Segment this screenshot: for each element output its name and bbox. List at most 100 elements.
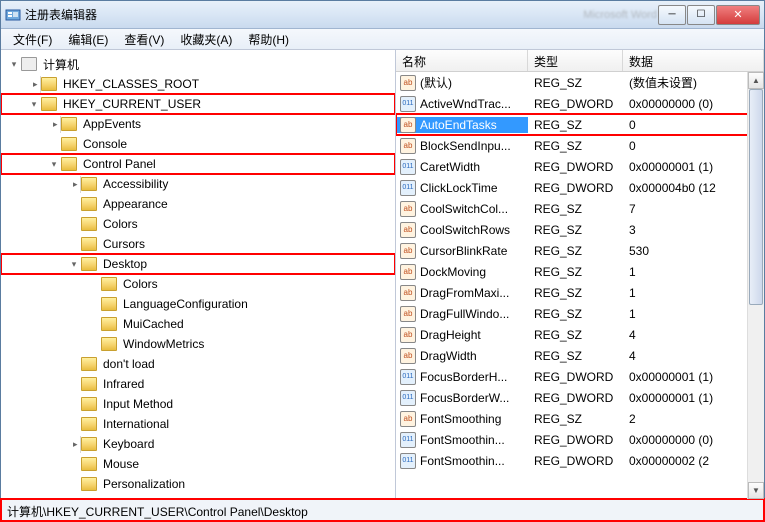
list-body[interactable]: (默认)REG_SZ(数值未设置)ActiveWndTrac...REG_DWO…: [396, 72, 764, 499]
value-row[interactable]: DragFullWindo...REG_SZ1: [396, 303, 764, 324]
folder-icon: [61, 137, 77, 151]
value-row[interactable]: CaretWidthREG_DWORD0x00000001 (1): [396, 156, 764, 177]
folder-icon: [81, 357, 97, 371]
expand-arrow-icon[interactable]: [27, 76, 41, 93]
tree-node[interactable]: Cursors: [1, 234, 395, 254]
tree-node[interactable]: Desktop: [1, 254, 395, 274]
close-button[interactable]: [716, 5, 760, 25]
dword-value-icon: [400, 96, 416, 112]
string-value-icon: [400, 201, 416, 217]
value-row[interactable]: DockMovingREG_SZ1: [396, 261, 764, 282]
tree-node[interactable]: Keyboard: [1, 434, 395, 454]
value-name-cell: CaretWidth: [396, 159, 528, 175]
scroll-up-button[interactable]: ▲: [748, 72, 764, 89]
folder-icon: [81, 197, 97, 211]
tree-node-label: MuiCached: [120, 316, 187, 332]
tree-pane[interactable]: 计算机HKEY_CLASSES_ROOTHKEY_CURRENT_USERApp…: [1, 50, 396, 499]
value-type-cell: REG_SZ: [528, 223, 623, 237]
menu-item[interactable]: 文件(F): [5, 29, 60, 50]
value-row[interactable]: FocusBorderH...REG_DWORD0x00000001 (1): [396, 366, 764, 387]
col-data[interactable]: 数据: [623, 50, 764, 71]
value-row[interactable]: ActiveWndTrac...REG_DWORD0x00000000 (0): [396, 93, 764, 114]
col-name[interactable]: 名称: [396, 50, 528, 71]
scroll-track[interactable]: [748, 89, 764, 482]
tree-node[interactable]: LanguageConfiguration: [1, 294, 395, 314]
value-row[interactable]: ClickLockTimeREG_DWORD0x000004b0 (12: [396, 177, 764, 198]
expand-arrow-icon[interactable]: [27, 99, 41, 110]
tree-node[interactable]: Input Method: [1, 394, 395, 414]
value-row[interactable]: FontSmoothin...REG_DWORD0x00000000 (0): [396, 429, 764, 450]
tree-node[interactable]: International: [1, 414, 395, 434]
tree-node[interactable]: MuiCached: [1, 314, 395, 334]
value-name-cell: CoolSwitchRows: [396, 222, 528, 238]
expand-arrow-icon[interactable]: [47, 116, 61, 133]
value-name: FontSmoothin...: [420, 454, 505, 468]
value-name: DragWidth: [420, 349, 477, 363]
value-name: DragFullWindo...: [420, 307, 509, 321]
minimize-button[interactable]: [658, 5, 686, 25]
folder-icon: [81, 237, 97, 251]
expand-arrow-icon[interactable]: [67, 176, 81, 193]
tree-node[interactable]: HKEY_CURRENT_USER: [1, 94, 395, 114]
menu-item[interactable]: 帮助(H): [240, 29, 297, 50]
tree-node[interactable]: Infrared: [1, 374, 395, 394]
value-row[interactable]: CursorBlinkRateREG_SZ530: [396, 240, 764, 261]
tree-node[interactable]: Appearance: [1, 194, 395, 214]
titlebar[interactable]: 注册表编辑器 Microsoft Word: [1, 1, 764, 29]
expand-arrow-icon[interactable]: [67, 259, 81, 270]
value-row[interactable]: CoolSwitchCol...REG_SZ7: [396, 198, 764, 219]
value-row[interactable]: DragHeightREG_SZ4: [396, 324, 764, 345]
tree-node[interactable]: Mouse: [1, 454, 395, 474]
tree-node[interactable]: HKEY_CLASSES_ROOT: [1, 74, 395, 94]
value-type-cell: REG_SZ: [528, 202, 623, 216]
tree-node[interactable]: 计算机: [1, 54, 395, 74]
col-type[interactable]: 类型: [528, 50, 623, 71]
value-name-cell: CursorBlinkRate: [396, 243, 528, 259]
string-value-icon: [400, 327, 416, 343]
value-row[interactable]: DragWidthREG_SZ4: [396, 345, 764, 366]
computer-icon: [21, 57, 37, 71]
maximize-button[interactable]: [687, 5, 715, 25]
value-name-cell: ClickLockTime: [396, 180, 528, 196]
value-row[interactable]: FontSmoothin...REG_DWORD0x00000002 (2: [396, 450, 764, 471]
tree-node[interactable]: Console: [1, 134, 395, 154]
value-row[interactable]: BlockSendInpu...REG_SZ0: [396, 135, 764, 156]
value-row[interactable]: CoolSwitchRowsREG_SZ3: [396, 219, 764, 240]
vertical-scrollbar[interactable]: ▲ ▼: [747, 72, 764, 499]
menu-item[interactable]: 收藏夹(A): [172, 29, 240, 50]
tree-node[interactable]: Accessibility: [1, 174, 395, 194]
menu-item[interactable]: 查看(V): [116, 29, 172, 50]
scroll-down-button[interactable]: ▼: [748, 482, 764, 499]
value-row[interactable]: FontSmoothingREG_SZ2: [396, 408, 764, 429]
tree-node[interactable]: WindowMetrics: [1, 334, 395, 354]
scroll-thumb[interactable]: [749, 89, 763, 305]
value-row[interactable]: DragFromMaxi...REG_SZ1: [396, 282, 764, 303]
value-row[interactable]: FocusBorderW...REG_DWORD0x00000001 (1): [396, 387, 764, 408]
dword-value-icon: [400, 432, 416, 448]
folder-icon: [81, 217, 97, 231]
list-header[interactable]: 名称 类型 数据: [396, 50, 764, 72]
value-name-cell: ActiveWndTrac...: [396, 96, 528, 112]
tree-node[interactable]: Control Panel: [1, 154, 395, 174]
tree-node[interactable]: Personalization: [1, 474, 395, 494]
tree-node[interactable]: Colors: [1, 214, 395, 234]
expand-arrow-icon[interactable]: [47, 159, 61, 170]
value-name-cell: DragWidth: [396, 348, 528, 364]
expand-arrow-icon[interactable]: [7, 59, 21, 70]
tree-node-label: Cursors: [100, 236, 148, 252]
folder-icon: [41, 97, 57, 111]
folder-icon: [81, 397, 97, 411]
string-value-icon: [400, 264, 416, 280]
tree-node[interactable]: AppEvents: [1, 114, 395, 134]
expand-arrow-icon[interactable]: [67, 436, 81, 453]
tree-node[interactable]: Colors: [1, 274, 395, 294]
value-type-cell: REG_DWORD: [528, 454, 623, 468]
menu-item[interactable]: 编辑(E): [60, 29, 116, 50]
value-name-cell: FontSmoothin...: [396, 453, 528, 469]
tree-node[interactable]: don't load: [1, 354, 395, 374]
app-icon: [5, 7, 21, 23]
value-data-cell: 0x00000000 (0): [623, 433, 764, 447]
value-row[interactable]: AutoEndTasksREG_SZ0: [396, 114, 764, 135]
value-row[interactable]: (默认)REG_SZ(数值未设置): [396, 72, 764, 93]
value-type-cell: REG_SZ: [528, 328, 623, 342]
